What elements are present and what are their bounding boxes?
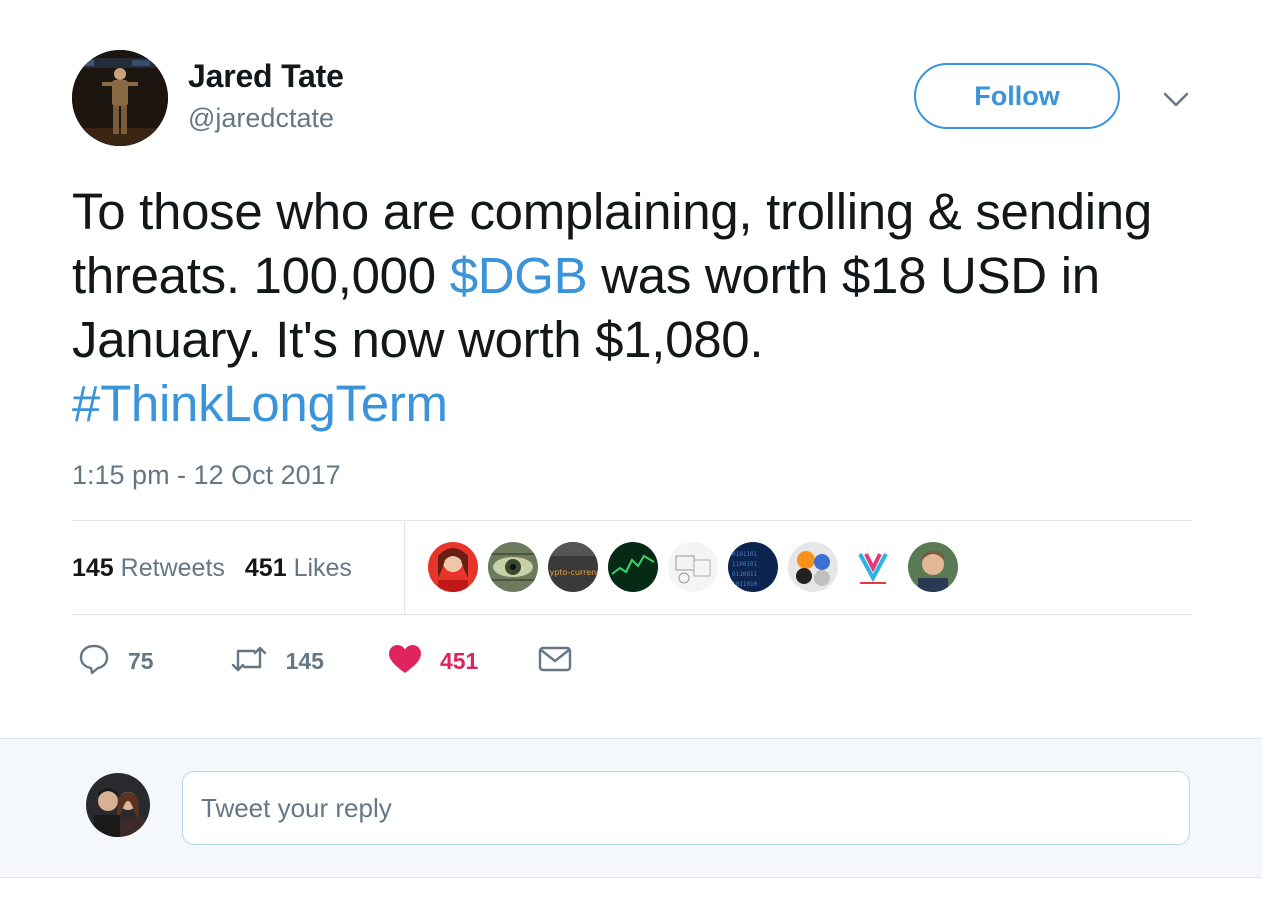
author-handle[interactable]: @jaredctate: [188, 103, 334, 134]
divider: [72, 520, 1192, 521]
direct-message-action[interactable]: [538, 645, 572, 678]
svg-text:1100101: 1100101: [732, 561, 758, 568]
like-action[interactable]: 451: [388, 644, 478, 679]
author-avatar[interactable]: [72, 50, 168, 146]
chevron-down-icon[interactable]: [1160, 86, 1192, 112]
retweet-icon: [230, 644, 268, 679]
reply-action[interactable]: 75: [78, 643, 154, 680]
retweets-stat-count: 145: [72, 553, 114, 582]
likes-stat-label: Likes: [293, 553, 352, 582]
liker-avatar[interactable]: Crypto-currency: [548, 542, 598, 592]
envelope-icon: [538, 645, 572, 678]
likes-stat-count: 451: [244, 553, 287, 582]
liker-avatar[interactable]: [488, 542, 538, 592]
retweets-stat-label: Retweets: [120, 553, 225, 582]
likes-stat[interactable]: 451 Likes: [245, 554, 352, 583]
current-user-avatar: [86, 773, 150, 837]
svg-text:1011010: 1011010: [732, 581, 758, 588]
svg-text:0110011: 0110011: [732, 571, 758, 578]
liker-avatar[interactable]: [428, 542, 478, 592]
retweets-stat[interactable]: 145 Retweets: [72, 554, 225, 583]
liker-avatar[interactable]: [668, 542, 718, 592]
divider: [72, 614, 1192, 615]
liker-crypto-text: Crypto-currency: [548, 568, 598, 577]
cashtag-link[interactable]: $DGB: [450, 247, 588, 304]
like-count: 451: [439, 647, 479, 674]
tweet-timestamp[interactable]: 1:15 pm - 12 Oct 2017: [72, 460, 341, 491]
reply-icon: [78, 643, 110, 680]
liker-avatar[interactable]: [788, 542, 838, 592]
svg-text:0101101: 0101101: [732, 551, 758, 558]
liker-avatar[interactable]: [908, 542, 958, 592]
retweet-action[interactable]: 145: [230, 644, 324, 679]
heart-icon: [388, 644, 422, 679]
tweet-actions: 75 145 451: [78, 640, 572, 682]
liker-avatar[interactable]: 0101101 1100101 0110011 1011010: [728, 542, 778, 592]
reply-panel: [0, 738, 1262, 878]
liker-avatar[interactable]: [608, 542, 658, 592]
retweet-count: 145: [285, 647, 324, 674]
tweet-text: To those who are complaining, trolling &…: [72, 180, 1202, 436]
liker-avatar[interactable]: [848, 542, 898, 592]
follow-button[interactable]: Follow: [914, 63, 1120, 129]
hashtag-link[interactable]: #ThinkLongTerm: [72, 375, 448, 432]
reply-count: 75: [128, 647, 154, 674]
likers-list: Crypto-currency 0101101 1100101 0110011 101…: [428, 542, 958, 592]
author-name[interactable]: Jared Tate: [188, 58, 344, 95]
reply-input[interactable]: [182, 771, 1190, 845]
tweet-stats: 145 Retweets 451 Likes: [72, 522, 405, 614]
